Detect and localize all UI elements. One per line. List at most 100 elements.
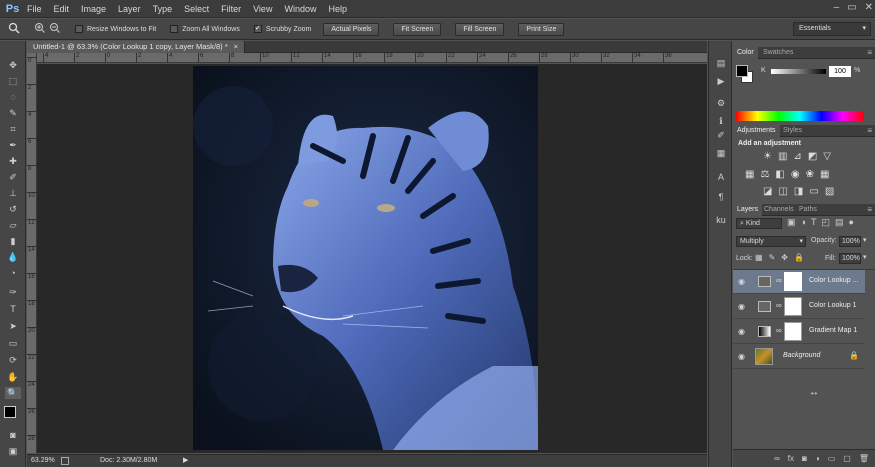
filter-kind-select[interactable]: ⌕ Kind bbox=[736, 218, 782, 229]
hand-tool-icon[interactable]: ✋ bbox=[5, 371, 21, 383]
screen-mode-icon[interactable]: ▣ bbox=[5, 445, 21, 457]
menu-help[interactable]: Help bbox=[328, 0, 347, 18]
panel-menu-icon[interactable]: ≡ bbox=[867, 47, 872, 58]
curves-icon[interactable]: ⊿ bbox=[793, 151, 801, 162]
trash-icon[interactable]: 🗑 bbox=[859, 454, 869, 463]
panel-menu-icon[interactable]: ≡ bbox=[867, 204, 872, 215]
posterize-icon[interactable]: ◫ bbox=[778, 186, 787, 197]
channel-mixer-icon[interactable]: ❀ bbox=[806, 169, 814, 180]
zoom-all-windows-checkbox[interactable]: Zoom All Windows bbox=[170, 25, 240, 33]
menu-image[interactable]: Image bbox=[81, 0, 106, 18]
foreground-color-swatch[interactable] bbox=[4, 406, 16, 418]
type-filter-icon[interactable]: T bbox=[811, 217, 817, 228]
selective-color-icon[interactable]: ▧ bbox=[825, 186, 834, 197]
history-icon[interactable]: ▤ bbox=[714, 57, 728, 69]
document-image[interactable] bbox=[193, 66, 538, 450]
paragraph-icon[interactable]: ¶ bbox=[714, 191, 728, 203]
lock-all-icon[interactable]: 🔒 bbox=[794, 253, 804, 262]
actual-pixels-button[interactable]: Actual Pixels bbox=[323, 22, 380, 36]
layer-name[interactable]: Color Lookup 1 bbox=[809, 302, 856, 309]
healing-brush-tool-icon[interactable]: ✚ bbox=[5, 155, 21, 167]
lock-image-icon[interactable]: ✎ bbox=[769, 253, 776, 262]
smart-object-filter-icon[interactable]: ▤ bbox=[835, 217, 844, 228]
tab-adjustments[interactable]: Adjustments bbox=[733, 125, 780, 137]
dodge-tool-icon[interactable]: ◔ bbox=[5, 267, 21, 279]
layer-name[interactable]: Color Lookup ... bbox=[809, 277, 858, 284]
color-lookup-icon[interactable]: ▦ bbox=[820, 169, 829, 180]
clone-stamp-tool-icon[interactable]: ⊥ bbox=[5, 187, 21, 199]
menu-view[interactable]: View bbox=[253, 0, 272, 18]
tab-channels[interactable]: Channels bbox=[760, 204, 798, 216]
new-adjustment-icon[interactable]: ◑ bbox=[815, 454, 820, 463]
crop-tool-icon[interactable]: ⌗ bbox=[5, 123, 21, 135]
invert-icon[interactable]: ◪ bbox=[763, 186, 772, 197]
brush-presets-icon[interactable]: ✐ bbox=[714, 129, 728, 141]
menu-filter[interactable]: Filter bbox=[221, 0, 241, 18]
rectangle-tool-icon[interactable]: ▭ bbox=[5, 337, 21, 349]
brush-tool-icon[interactable]: ✐ bbox=[5, 171, 21, 183]
panel-menu-icon[interactable]: ≡ bbox=[867, 125, 872, 136]
type-tool-icon[interactable]: T bbox=[5, 303, 21, 315]
history-brush-tool-icon[interactable]: ↺ bbox=[5, 203, 21, 215]
fit-screen-button[interactable]: Fit Screen bbox=[393, 22, 442, 36]
foreground-swatch[interactable] bbox=[736, 65, 748, 77]
visibility-eye-icon[interactable]: ◉ bbox=[738, 327, 745, 336]
link-layers-icon[interactable]: ∞ bbox=[774, 454, 780, 463]
character-icon[interactable]: A bbox=[714, 171, 728, 183]
layer-thumbnail[interactable] bbox=[755, 348, 773, 365]
opacity-arrow-icon[interactable]: ▾ bbox=[863, 236, 867, 244]
layer-mask-thumbnail[interactable] bbox=[784, 322, 802, 341]
vibrance-icon[interactable]: ▦ bbox=[745, 169, 754, 180]
gradient-icon[interactable]: ▽ bbox=[823, 151, 831, 162]
add-mask-icon[interactable]: ◙ bbox=[802, 454, 807, 463]
tab-paths[interactable]: Paths bbox=[795, 204, 821, 216]
layer-mask-thumbnail[interactable] bbox=[784, 297, 802, 316]
shape-filter-icon[interactable]: ◰ bbox=[821, 217, 830, 228]
resize-windows-checkbox[interactable]: Resize Windows to Fit bbox=[75, 25, 156, 33]
visibility-eye-icon[interactable]: ◉ bbox=[738, 352, 745, 361]
layer-row-background[interactable]: ◉ Background 🔒 bbox=[733, 345, 865, 369]
menu-window[interactable]: Window bbox=[284, 0, 316, 18]
fx-icon[interactable]: fx bbox=[788, 454, 794, 463]
pen-tool-icon[interactable]: ✑ bbox=[5, 286, 21, 298]
k-value-input[interactable]: 100 bbox=[829, 66, 851, 77]
zoom-tool-icon[interactable] bbox=[8, 22, 30, 36]
photo-filter-icon[interactable]: ◉ bbox=[791, 169, 800, 180]
status-menu-arrow-icon[interactable]: ▶ bbox=[183, 455, 188, 467]
tab-styles[interactable]: Styles bbox=[779, 125, 806, 137]
document-tab[interactable]: Untitled-1 @ 63.3% (Color Lookup 1 copy,… bbox=[27, 41, 246, 53]
visibility-eye-icon[interactable]: ◉ bbox=[738, 277, 745, 286]
zoom-level[interactable]: 63.29% bbox=[31, 455, 55, 467]
zoom-tool-icon[interactable]: 🔍 bbox=[5, 387, 21, 399]
blur-tool-icon[interactable]: 💧 bbox=[5, 251, 21, 263]
visibility-eye-icon[interactable]: ◉ bbox=[738, 302, 745, 311]
gradient-tool-icon[interactable]: ▮ bbox=[5, 235, 21, 247]
mask-link-icon[interactable]: ∞ bbox=[776, 276, 782, 285]
3d-tool-icon[interactable]: ⟳ bbox=[5, 354, 21, 366]
lock-transparency-icon[interactable]: ▦ bbox=[755, 253, 763, 262]
kuler-icon[interactable]: ku bbox=[714, 214, 728, 226]
quick-mask-icon[interactable]: ◙ bbox=[5, 429, 21, 441]
gradient-map-icon[interactable]: ▭ bbox=[809, 186, 818, 197]
adjustment-filter-icon[interactable]: ◑ bbox=[801, 217, 806, 228]
layer-row-color-lookup-copy[interactable]: ◉ ∞ Color Lookup ... bbox=[733, 270, 865, 294]
levels-icon[interactable]: ▥ bbox=[778, 151, 787, 162]
blend-mode-select[interactable]: Multiply ▾ bbox=[736, 236, 806, 247]
quick-select-tool-icon[interactable]: ✎ bbox=[5, 107, 21, 119]
zoom-in-icon[interactable] bbox=[34, 22, 46, 36]
filter-toggle-icon[interactable]: ● bbox=[848, 217, 853, 228]
close-tab-icon[interactable]: × bbox=[234, 42, 238, 51]
layer-row-gradient-map-1[interactable]: ◉ ∞ Gradient Map 1 bbox=[733, 320, 865, 344]
layer-name[interactable]: Gradient Map 1 bbox=[809, 327, 857, 334]
exposure-icon[interactable]: ◩ bbox=[808, 151, 817, 162]
black-white-icon[interactable]: ◧ bbox=[775, 169, 784, 180]
tab-layers[interactable]: Layers bbox=[733, 204, 763, 216]
layer-mask-thumbnail[interactable] bbox=[784, 272, 802, 291]
tab-color[interactable]: Color bbox=[733, 47, 758, 59]
new-layer-icon[interactable]: ▢ bbox=[843, 454, 851, 463]
k-slider[interactable] bbox=[771, 69, 826, 74]
new-group-icon[interactable]: ▭ bbox=[828, 454, 836, 463]
layer-row-color-lookup-1[interactable]: ◉ ∞ Color Lookup 1 bbox=[733, 295, 865, 319]
vertical-ruler[interactable]: 0 2 4 6 8 10 12 14 16 18 20 22 24 26 28 bbox=[27, 53, 37, 453]
scrubby-zoom-checkbox[interactable]: ✓ Scrubby Zoom bbox=[253, 25, 311, 33]
